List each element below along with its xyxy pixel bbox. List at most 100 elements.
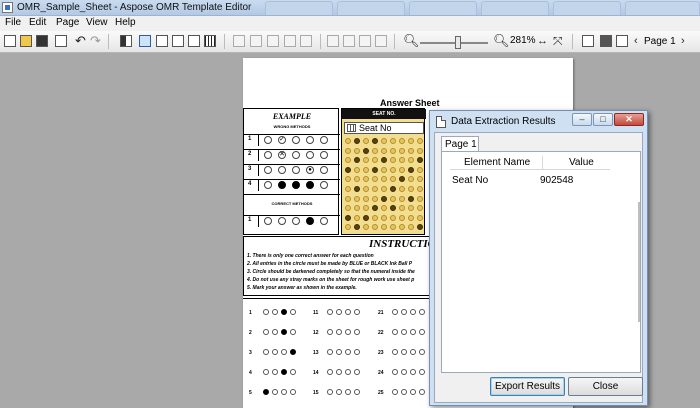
seat-bubble — [363, 205, 369, 212]
answer-bubble — [290, 349, 296, 355]
seat-bubble — [354, 176, 360, 183]
question-number: 24 — [378, 370, 384, 376]
seat-bubble — [390, 205, 396, 212]
export-results-button[interactable]: Export Results — [490, 377, 565, 396]
zoom-in-icon[interactable]: 🔍︎ — [493, 33, 510, 49]
question-number: 13 — [313, 350, 319, 356]
tab-page-1[interactable]: Page 1 — [441, 136, 479, 152]
scrollbar[interactable] — [638, 202, 640, 322]
seat-bubble — [399, 147, 405, 154]
undo-icon[interactable]: ↶ — [75, 33, 86, 49]
answer-bubble — [336, 309, 342, 315]
answer-bubble — [345, 369, 351, 375]
seat-bubble — [354, 186, 360, 192]
paste-icon[interactable] — [250, 35, 262, 47]
result-element-name[interactable]: Seat No — [452, 175, 488, 186]
seat-bubble — [390, 176, 396, 183]
close-window-button[interactable]: ✕ — [614, 113, 644, 126]
grid-icon[interactable] — [172, 35, 184, 47]
answer-bubble — [263, 329, 269, 335]
question-number: 22 — [378, 330, 384, 336]
answer-bubble — [392, 369, 398, 375]
instruction-line: 5. Mark your answer as shown in the exam… — [247, 285, 357, 291]
save-icon[interactable] — [36, 35, 48, 47]
seat-bubble — [399, 176, 405, 183]
new-file-icon[interactable] — [4, 35, 16, 47]
align-left-icon[interactable] — [327, 35, 339, 47]
seat-bubble — [372, 214, 378, 221]
print-icon[interactable] — [582, 35, 594, 47]
barcode-icon[interactable] — [204, 35, 216, 47]
seat-bubble — [390, 166, 396, 173]
redo-icon[interactable]: ↷ — [90, 33, 101, 49]
align-middle-icon[interactable] — [375, 35, 387, 47]
maximize-button[interactable]: □ — [593, 113, 613, 126]
menu-file[interactable]: File — [5, 17, 21, 28]
answer-bubble — [290, 369, 296, 375]
seat-bubble — [408, 214, 414, 221]
example-row: 3 ● — [244, 164, 340, 176]
seat-bubble — [345, 186, 351, 192]
background-tab — [625, 1, 700, 15]
open-folder-icon[interactable] — [20, 35, 32, 47]
scan-icon[interactable] — [600, 35, 612, 47]
seat-bubble — [399, 186, 405, 192]
question-number: 21 — [378, 310, 384, 316]
document-icon — [436, 116, 446, 128]
copy-icon[interactable] — [233, 35, 245, 47]
answer-bubble — [354, 349, 360, 355]
column-value[interactable]: Value — [569, 157, 594, 168]
prev-page-icon[interactable]: ‹ — [634, 33, 638, 49]
seat-bubble — [408, 205, 414, 212]
minimize-button[interactable]: – — [572, 113, 592, 126]
toolbar-separator — [224, 34, 225, 49]
answer-bubble — [410, 389, 416, 395]
answer-bubble — [392, 309, 398, 315]
question-number: 3 — [249, 350, 252, 356]
seat-no-field[interactable]: Seat No — [344, 122, 424, 134]
answer-bubble — [419, 389, 425, 395]
zoom-out-icon[interactable]: 🔍︎ — [403, 33, 420, 49]
next-page-icon[interactable]: › — [681, 33, 685, 49]
zoom-level: 281% — [510, 35, 536, 46]
align-top-icon[interactable] — [359, 35, 371, 47]
zoom-slider-track[interactable] — [420, 42, 488, 44]
answer-bubble — [401, 389, 407, 395]
seat-bubble — [363, 214, 369, 221]
seat-bubble — [354, 205, 360, 212]
column-element-name[interactable]: Element Name — [464, 157, 530, 168]
menu-page[interactable]: Page — [56, 17, 79, 28]
choice-box-icon[interactable] — [156, 35, 168, 47]
app-window: OMR_Sample_Sheet - Aspose OMR Template E… — [0, 0, 700, 408]
fit-page-icon[interactable]: ⤧ — [553, 33, 563, 49]
import-image-icon[interactable] — [55, 35, 67, 47]
menu-view[interactable]: View — [86, 17, 108, 28]
menu-help[interactable]: Help — [115, 17, 136, 28]
table-icon[interactable] — [188, 35, 200, 47]
answer-grid[interactable]: 11121312122232313233341424345152535 — [243, 298, 439, 408]
export-icon[interactable] — [616, 35, 628, 47]
fit-width-icon[interactable]: ↔ — [537, 33, 548, 49]
seat-bubble — [417, 157, 423, 164]
seat-bubble — [399, 138, 405, 144]
seat-bubble — [408, 176, 414, 183]
results-panel: Element Name Value Seat No 902548 — [441, 151, 641, 373]
seat-number-grid[interactable]: SEAT NO. Seat No — [341, 108, 426, 235]
answer-bubble — [354, 389, 360, 395]
seat-bubble — [399, 224, 405, 231]
close-button[interactable]: Close — [568, 377, 643, 396]
dialog-title: Data Extraction Results — [451, 116, 556, 127]
delete-icon[interactable] — [300, 35, 312, 47]
menu-edit[interactable]: Edit — [29, 17, 46, 28]
align-center-icon[interactable] — [343, 35, 355, 47]
seat-bubble — [345, 224, 351, 231]
seat-bubble — [381, 195, 387, 202]
duplicate-icon[interactable] — [267, 35, 279, 47]
panel-toggle-icon[interactable] — [120, 35, 132, 47]
zoom-slider-thumb[interactable] — [455, 36, 461, 49]
seat-bubble — [345, 138, 351, 144]
pointer-icon[interactable] — [139, 35, 151, 47]
result-value[interactable]: 902548 — [540, 175, 573, 186]
seat-bubble — [354, 224, 360, 231]
arrange-icon[interactable] — [284, 35, 296, 47]
